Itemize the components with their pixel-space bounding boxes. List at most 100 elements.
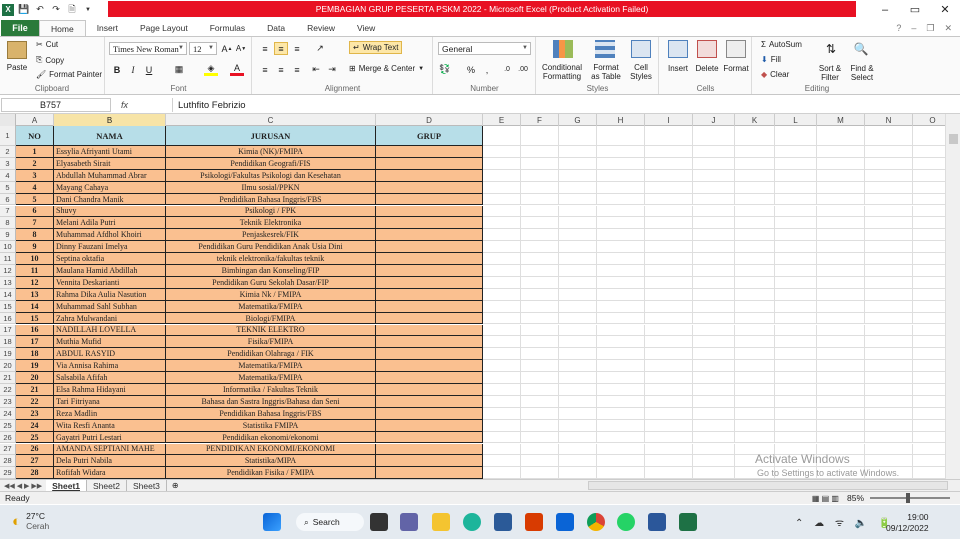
grid-cell[interactable]: [775, 205, 817, 218]
grid-cell[interactable]: [735, 336, 775, 349]
grid-cell[interactable]: [521, 217, 559, 230]
grid-cell[interactable]: [645, 348, 693, 361]
grid-cell[interactable]: [735, 126, 775, 146]
cell-no[interactable]: 17: [16, 336, 54, 349]
format-cells-button[interactable]: Format: [721, 64, 751, 73]
horizontal-scrollbar[interactable]: [588, 481, 948, 490]
grid-cell[interactable]: [735, 146, 775, 158]
cell-jurusan[interactable]: Pendidikan Bahasa Inggris/FBS: [166, 193, 376, 206]
grid-cell[interactable]: [817, 431, 865, 444]
grid-cell[interactable]: [913, 336, 945, 349]
grid-cell[interactable]: [597, 193, 645, 206]
row-header[interactable]: 7: [0, 205, 16, 218]
cell-no[interactable]: 24: [16, 419, 54, 432]
font-name-select[interactable]: Times New Roman ▼: [109, 42, 187, 55]
grid-cell[interactable]: [559, 431, 597, 444]
cell-nama[interactable]: Tari Fitriyana: [54, 395, 166, 408]
row-header[interactable]: 23: [0, 395, 16, 408]
cell-jurusan[interactable]: Teknik Elektronika: [166, 217, 376, 230]
grid-cell[interactable]: [645, 181, 693, 194]
grid-cell[interactable]: [559, 253, 597, 265]
cell-jurusan[interactable]: Pendidikan Geografi/FIS: [166, 157, 376, 170]
grid-cell[interactable]: [693, 384, 735, 396]
grid-cell[interactable]: [913, 432, 945, 444]
grid-cell[interactable]: [483, 372, 521, 384]
grid-cell[interactable]: [775, 372, 817, 384]
taskbar-search[interactable]: ⌕ Search: [296, 513, 364, 531]
grid-cell[interactable]: [865, 372, 913, 384]
cell-grup[interactable]: [376, 253, 483, 265]
row-header[interactable]: 10: [0, 241, 16, 254]
grid-cell[interactable]: [865, 169, 913, 182]
wrap-text-button[interactable]: ↵ Wrap Text: [349, 41, 403, 54]
cell-grup[interactable]: [376, 467, 483, 479]
store-icon[interactable]: [494, 513, 512, 531]
row-header[interactable]: 24: [0, 407, 16, 420]
row-header[interactable]: 22: [0, 384, 16, 396]
paste-button[interactable]: Paste: [3, 63, 31, 72]
cut-button[interactable]: ✂ Cut: [36, 40, 58, 49]
grid-cell[interactable]: [775, 146, 817, 158]
cell-no[interactable]: 14: [16, 300, 54, 313]
cell-grup[interactable]: [376, 288, 483, 301]
cell-jurusan[interactable]: Bimbingan dan Konseling/FIP: [166, 265, 376, 277]
column-header-l[interactable]: L: [775, 114, 817, 126]
grid-cell[interactable]: [559, 348, 597, 361]
grid-cell[interactable]: [597, 324, 645, 337]
customize-qat-icon[interactable]: ▼: [82, 4, 94, 16]
grid-cell[interactable]: [693, 193, 735, 206]
grid-cell[interactable]: [865, 431, 913, 444]
grid-cell[interactable]: [913, 241, 945, 254]
grid-cell[interactable]: [597, 467, 645, 479]
row-header[interactable]: 29: [0, 467, 16, 479]
cell-no[interactable]: 22: [16, 395, 54, 408]
grid-cell[interactable]: [483, 312, 521, 325]
grid-cell[interactable]: [559, 169, 597, 182]
grid-cell[interactable]: [735, 276, 775, 289]
grid-cell[interactable]: [817, 300, 865, 313]
grid-cell[interactable]: [775, 324, 817, 337]
grid-cell[interactable]: [817, 419, 865, 432]
grid-cell[interactable]: [645, 455, 693, 468]
chrome-icon[interactable]: [587, 513, 605, 531]
grid-cell[interactable]: [735, 419, 775, 432]
grid-cell[interactable]: [693, 348, 735, 361]
name-box[interactable]: B757: [1, 98, 111, 112]
grid-cell[interactable]: [559, 443, 597, 456]
align-right-icon[interactable]: ≡: [290, 63, 304, 76]
grid-cell[interactable]: [817, 407, 865, 420]
grid-cell[interactable]: [775, 336, 817, 349]
grid-cell[interactable]: [865, 146, 913, 158]
cell-no[interactable]: 27: [16, 455, 54, 468]
grid-cell[interactable]: [817, 169, 865, 182]
row-header[interactable]: 27: [0, 443, 16, 456]
start-icon[interactable]: [263, 513, 281, 531]
grid-cell[interactable]: [559, 217, 597, 230]
grid-cell[interactable]: [817, 276, 865, 289]
column-header-o[interactable]: O: [913, 114, 945, 126]
sort-filter-icon[interactable]: ⇅: [821, 40, 841, 58]
grid-cell[interactable]: [693, 265, 735, 277]
grid-cell[interactable]: [865, 288, 913, 301]
sheet-tab[interactable]: Sheet2: [87, 479, 127, 492]
grid-cell[interactable]: [521, 146, 559, 158]
grid-cell[interactable]: [483, 395, 521, 408]
cell-jurusan[interactable]: Pendidikan Guru Pendidikan Anak Usia Din…: [166, 241, 376, 254]
grid-cell[interactable]: [735, 288, 775, 301]
grid-cell[interactable]: [735, 324, 775, 337]
grid-cell[interactable]: [865, 407, 913, 420]
cell-grup[interactable]: [376, 193, 483, 206]
grid-cell[interactable]: [735, 229, 775, 242]
row-header[interactable]: 15: [0, 300, 16, 313]
grid-cell[interactable]: [693, 126, 735, 146]
cell-jurusan[interactable]: Biologi/FMIPA: [166, 312, 376, 325]
cell-grup[interactable]: [376, 348, 483, 361]
cell-grup[interactable]: [376, 241, 483, 254]
close-button[interactable]: ✕: [930, 0, 960, 19]
grid-cell[interactable]: [693, 253, 735, 265]
fill-color-icon[interactable]: ◈: [204, 63, 218, 76]
row-header[interactable]: 19: [0, 348, 16, 361]
grid-cell[interactable]: [521, 157, 559, 170]
grid-cell[interactable]: [913, 444, 945, 456]
grid-cell[interactable]: [735, 193, 775, 206]
